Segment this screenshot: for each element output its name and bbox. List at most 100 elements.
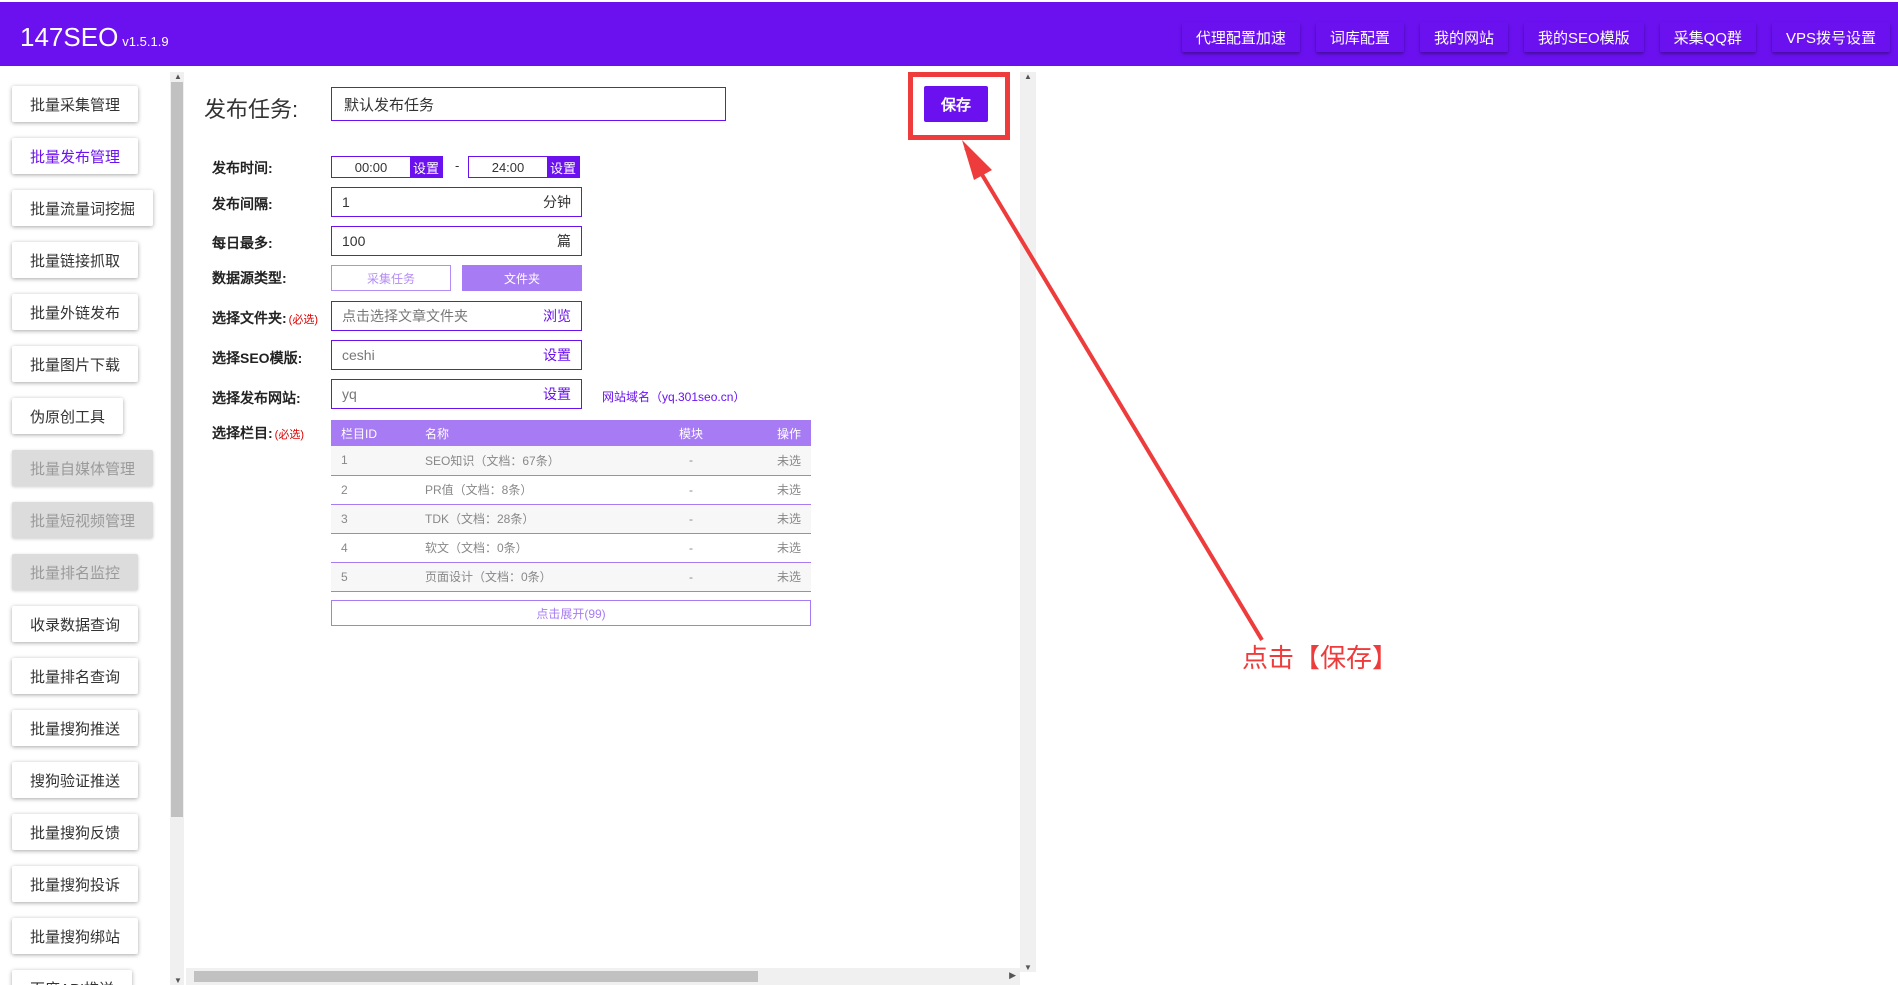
table-row[interactable]: 2 PR值（文档：8条） - 未选: [331, 475, 811, 505]
folder-label-text: 选择文件夹:: [212, 310, 287, 326]
sidebar-item-batch-collect[interactable]: 批量采集管理: [12, 86, 139, 122]
daily-max-field[interactable]: 100 篇: [331, 226, 582, 256]
cell-action[interactable]: 未选: [727, 533, 811, 563]
sidebar-item-sogou-feedback[interactable]: 批量搜狗反馈: [12, 814, 139, 850]
nav-my-sites[interactable]: 我的网站: [1420, 22, 1508, 52]
time-start-input[interactable]: 00:00: [332, 157, 410, 177]
cell-module: -: [645, 562, 727, 592]
cell-name: 软文（文档：0条）: [415, 533, 645, 563]
cell-action[interactable]: 未选: [727, 504, 811, 534]
interval-field[interactable]: 1 分钟: [331, 187, 582, 217]
nav-proxy-config[interactable]: 代理配置加速: [1182, 22, 1300, 52]
source-option-folder[interactable]: 文件夹: [462, 265, 582, 291]
cell-action[interactable]: 未选: [727, 446, 811, 476]
seo-template-label: 选择SEO模版:: [212, 350, 303, 366]
expand-columns-button[interactable]: 点击展开(99): [331, 600, 811, 626]
column-table-header: 栏目ID 名称 模块 操作: [331, 420, 811, 446]
panel-horizontal-scrollbar[interactable]: ▶: [186, 968, 1020, 985]
app-brand: 147SEO v1.5.1.9: [20, 22, 169, 53]
sidebar-item-sogou-push[interactable]: 批量搜狗推送: [12, 710, 139, 746]
time-end-box: 24:00 设置: [468, 156, 580, 178]
time-start-box: 00:00 设置: [331, 156, 443, 178]
cell-module: -: [645, 533, 727, 563]
sidebar-scroll-thumb[interactable]: [171, 82, 183, 817]
sidebar-item-sogou-bind-site[interactable]: 批量搜狗绑站: [12, 918, 139, 954]
sidebar-item-backlink-publish[interactable]: 批量外链发布: [12, 294, 139, 330]
sidebar-item-sogou-verify-push[interactable]: 搜狗验证推送: [12, 762, 139, 798]
nav-lexicon-config[interactable]: 词库配置: [1316, 22, 1404, 52]
cell-module: -: [645, 446, 727, 476]
publish-time-label: 发布时间:: [212, 160, 273, 176]
interval-label: 发布间隔:: [212, 196, 273, 212]
table-row[interactable]: 1 SEO知识（文档：67条） - 未选: [331, 446, 811, 476]
sidebar-item-self-media[interactable]: 批量自媒体管理: [12, 450, 154, 486]
sidebar-item-traffic-keywords[interactable]: 批量流量词挖掘: [12, 190, 154, 226]
seo-template-value: ceshi: [342, 347, 375, 363]
sidebar-item-image-download[interactable]: 批量图片下载: [12, 346, 139, 382]
cell-id: 4: [331, 533, 415, 563]
horizontal-scroll-thumb[interactable]: [194, 971, 758, 982]
save-button[interactable]: 保存: [924, 86, 988, 122]
task-name-input[interactable]: 默认发布任务: [331, 87, 726, 121]
time-end-set-button[interactable]: 设置: [547, 157, 579, 177]
sidebar-item-rank-query[interactable]: 批量排名查询: [12, 658, 139, 694]
panel-vertical-scrollbar[interactable]: ▲ ▼: [1020, 72, 1036, 972]
scroll-right-arrow-icon[interactable]: ▶: [1009, 970, 1016, 981]
folder-field[interactable]: 点击选择文章文件夹 浏览: [331, 301, 582, 331]
sidebar-scrollbar[interactable]: ▲ ▼: [170, 72, 184, 985]
cell-module: -: [645, 504, 727, 534]
folder-placeholder: 点击选择文章文件夹: [342, 308, 468, 324]
cell-name: PR值（文档：8条）: [415, 475, 645, 505]
sidebar-item-rank-monitor[interactable]: 批量排名监控: [12, 554, 139, 590]
publish-site-field[interactable]: yq 设置: [331, 379, 582, 409]
sidebar-item-sogou-complaint[interactable]: 批量搜狗投诉: [12, 866, 139, 902]
scroll-up-arrow-icon[interactable]: ▲: [1024, 72, 1032, 81]
column-label-text: 选择栏目:: [212, 425, 273, 441]
publish-site-value: yq: [342, 386, 357, 402]
cell-name: 页面设计（文档：0条）: [415, 562, 645, 592]
cell-module: -: [645, 475, 727, 505]
cell-id: 5: [331, 562, 415, 592]
daily-max-unit: 篇: [557, 233, 571, 249]
cell-action[interactable]: 未选: [727, 475, 811, 505]
site-domain-hint: 网站域名（yq.301seo.cn）: [602, 390, 746, 404]
table-row[interactable]: 5 页面设计（文档：0条） - 未选: [331, 562, 811, 592]
nav-vps-dialup[interactable]: VPS拨号设置: [1772, 22, 1890, 52]
folder-required-tag: (必选): [288, 314, 318, 326]
app-name: 147SEO: [20, 22, 119, 52]
table-row[interactable]: 4 软文（文档：0条） - 未选: [331, 533, 811, 563]
task-label: 发布任务:: [204, 97, 299, 122]
folder-browse-button[interactable]: 浏览: [543, 306, 571, 326]
nav-my-seo-templates[interactable]: 我的SEO模版: [1524, 22, 1644, 52]
seo-template-field[interactable]: ceshi 设置: [331, 340, 582, 370]
header-name: 名称: [415, 420, 645, 446]
cell-action[interactable]: 未选: [727, 562, 811, 592]
publish-site-set-button[interactable]: 设置: [543, 384, 571, 404]
time-end-input[interactable]: 24:00: [469, 157, 547, 177]
interval-unit: 分钟: [543, 194, 571, 210]
header-action: 操作: [727, 420, 811, 446]
table-row[interactable]: 3 TDK（文档：28条） - 未选: [331, 504, 811, 534]
source-option-collect-task[interactable]: 采集任务: [331, 265, 451, 291]
time-start-set-button[interactable]: 设置: [410, 157, 442, 177]
publish-task-panel: 发布任务: 默认发布任务 保存 发布时间: 00:00 设置 - 24:00 设…: [186, 72, 1020, 985]
scroll-down-arrow-icon[interactable]: ▼: [1024, 963, 1032, 972]
column-table: 栏目ID 名称 模块 操作 1 SEO知识（文档：67条） - 未选 2 PR值…: [331, 420, 811, 592]
annotation-text: 点击【保存】: [1242, 643, 1399, 673]
sidebar-item-index-query[interactable]: 收录数据查询: [12, 606, 139, 642]
column-label: 选择栏目: (必选): [212, 423, 304, 443]
sidebar-item-baidu-api-push[interactable]: 百度API推送: [12, 970, 133, 985]
header-module: 模块: [645, 420, 727, 446]
sidebar-item-short-video[interactable]: 批量短视频管理: [12, 502, 154, 538]
daily-max-value: 100: [342, 233, 366, 249]
scroll-down-arrow-icon[interactable]: ▼: [174, 976, 182, 985]
sidebar-item-link-crawl[interactable]: 批量链接抓取: [12, 242, 139, 278]
sidebar-item-batch-publish[interactable]: 批量发布管理: [12, 138, 139, 174]
nav-qq-group[interactable]: 采集QQ群: [1660, 22, 1756, 52]
scroll-up-arrow-icon[interactable]: ▲: [174, 72, 182, 81]
cell-id: 2: [331, 475, 415, 505]
sidebar-item-pseudo-original[interactable]: 伪原创工具: [12, 398, 124, 434]
cell-id: 3: [331, 504, 415, 534]
app-version: v1.5.1.9: [122, 34, 169, 49]
seo-template-set-button[interactable]: 设置: [543, 345, 571, 365]
